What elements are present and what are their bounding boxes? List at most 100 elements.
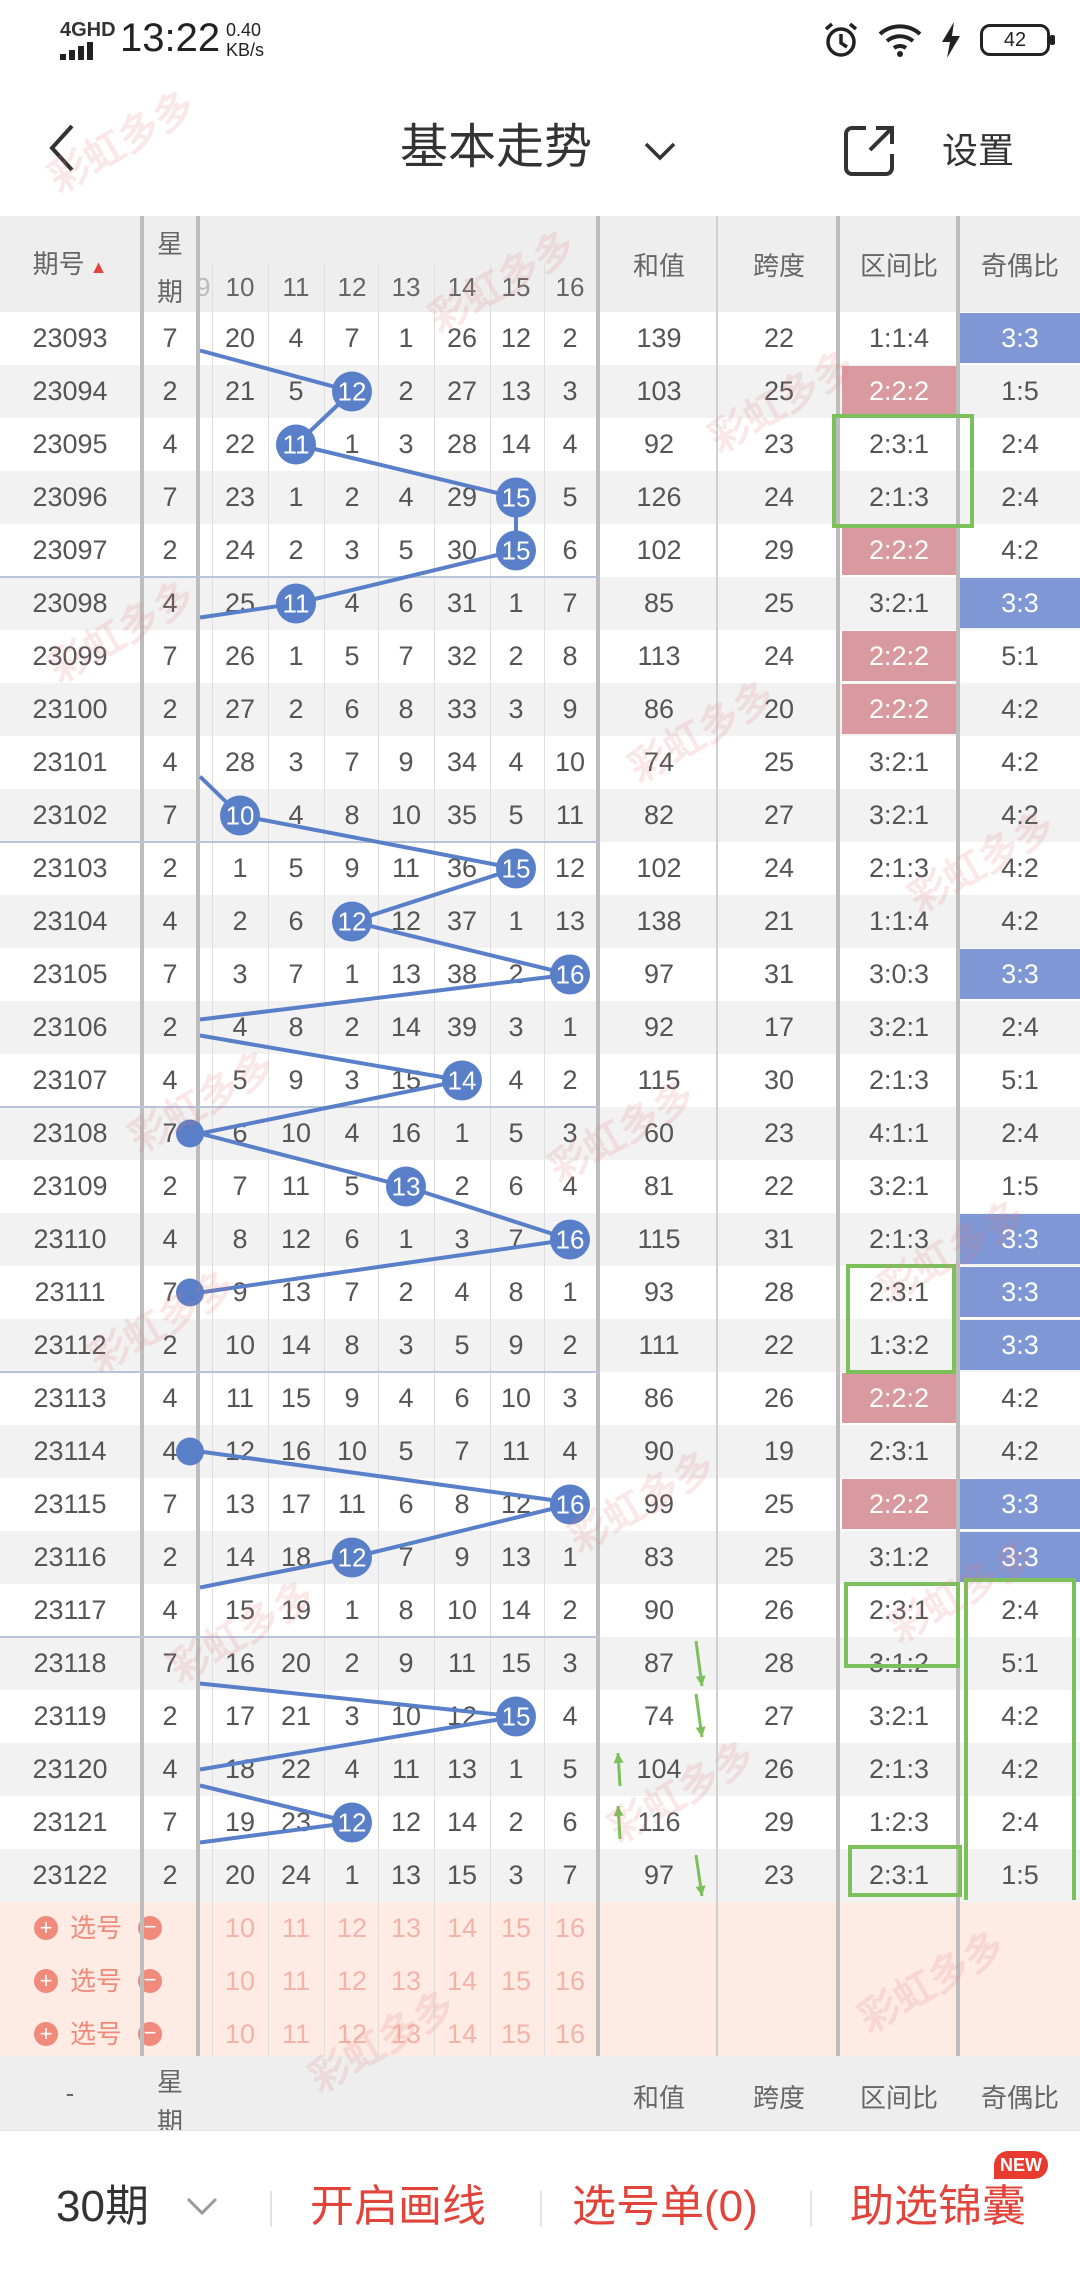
table-row[interactable]: 23115 7 13 17 11 6 8 12 16 99 25 2:2:23:3 (0, 1478, 1080, 1531)
table-row[interactable]: 23111 7 9 13 7 2 4 8 1 93 28 2:3:1 3:3 (0, 1266, 1080, 1319)
table-row[interactable]: 23121 7 19 23 12 12 14 2 6 116 29 1:2:3 2:4 (0, 1796, 1080, 1849)
table-row[interactable]: 23112 2 10 14 8 3 5 9 2 111 22 1:3:2 3:3 (0, 1319, 1080, 1372)
table-row[interactable]: 23103215911361512102242:1:34:2 (0, 842, 1080, 895)
table-row[interactable]: 23118 7 16 20 2 9 11 15 3 87 28 3:1:2 5:1 (0, 1637, 1080, 1690)
number-cell: 20 (280, 1648, 312, 1678)
header-issue[interactable]: 期号 ▲ (0, 244, 140, 281)
select-number[interactable]: 15 (489, 2008, 543, 2061)
select-number[interactable]: 14 (435, 1955, 489, 2008)
odd-even-cell: 1:5 (1001, 376, 1039, 406)
select-number[interactable]: 11 (269, 1902, 323, 1955)
number-cell: 3 (562, 1383, 578, 1413)
header-sum: 和值 (632, 251, 685, 281)
plus-icon[interactable]: + (34, 1969, 58, 1993)
issue-cell: 23103 (32, 853, 108, 883)
select-number[interactable]: 16 (543, 1902, 597, 1955)
table-row[interactable]: 23113 4 11 15 9 4 6 10 3 86 26 2:2:2 4:2 (0, 1372, 1080, 1425)
span-cell: 30 (763, 1065, 795, 1095)
span-cell: 24 (763, 482, 795, 512)
plus-icon[interactable]: + (34, 1916, 58, 1940)
wifi-icon (878, 24, 922, 57)
table-row[interactable]: 23107 4 5 9 3 15 14 4 2 115 30 2:1:3 5:1 (0, 1054, 1080, 1107)
zone-ratio-cell: 2:3:1 (868, 429, 930, 459)
number-cell: 3 (398, 429, 414, 459)
select-number[interactable]: 15 (489, 1902, 543, 1955)
select-number[interactable]: 10 (213, 1902, 267, 1955)
table-row[interactable]: 23099 7 26 1 5 7 32 2 8 113 24 2:2:2 5:1 (0, 630, 1080, 683)
span-cell: 31 (763, 1224, 795, 1254)
sum-cell: 115 (637, 1224, 681, 1254)
table-row[interactable]: 23119 2 17 21 3 10 12 15 4 74 27 3:2:1 4:2 (0, 1690, 1080, 1743)
share-icon[interactable] (840, 120, 900, 180)
sum-cell: 138 (636, 906, 682, 936)
number-cell: 9 (454, 1542, 470, 1572)
issue-cell: 23096 (32, 482, 108, 512)
table-row[interactable]: 23120 4 18 22 4 11 13 1 5 104 26 2:1:3 4:2 (0, 1743, 1080, 1796)
select-number[interactable]: 14 (435, 1902, 489, 1955)
page-title[interactable]: 基本走势 (400, 116, 592, 180)
table-row[interactable]: 23094 2 21 5 12 2 27 13 3 103 25 2:2:2 1:5 (0, 365, 1080, 418)
table-row[interactable]: 23116 2 14 18 12 7 9 13 1 83 25 3:1:2 3:3 (0, 1531, 1080, 1584)
number-cell: 7 (508, 1224, 524, 1254)
number-cell: 14 (224, 1542, 256, 1572)
table-row[interactable]: 23102 7 10 4 8 10 35 5 11 82 27 3:2:1 4:2 (0, 789, 1080, 842)
table-row[interactable]: 23097 2 24 2 3 5 30 15 6 102 29 2:2:2 4:2 (0, 524, 1080, 577)
number-cell: 13 (390, 959, 422, 989)
select-number[interactable]: 12 (325, 2008, 379, 2061)
helper-button[interactable]: 助选锦囊 (850, 2177, 1026, 2237)
table-row[interactable]: 23104 4 2 6 12 12 37 1 13 138 21 1:1:4 4:2 (0, 895, 1080, 948)
chevron-down-icon[interactable] (640, 130, 680, 170)
select-number[interactable]: 11 (269, 1955, 323, 2008)
table-row[interactable]: 2309542211132814492232:3:12:4 (0, 418, 1080, 471)
select-number[interactable]: 13 (379, 1955, 433, 2008)
span-cell: 22 (763, 1330, 795, 1360)
table-row[interactable]: 23122 2 20 24 1 13 15 3 7 97 23 2:3:1 1:5 (0, 1849, 1080, 1902)
number-cell: 2 (508, 641, 524, 671)
draw-lines-button[interactable]: 开启画线 (310, 2177, 486, 2237)
table-row[interactable]: 2309672312429155126242:1:32:4 (0, 471, 1080, 524)
zone-ratio-cell: 1:2:3 (868, 1807, 930, 1837)
select-number[interactable]: 14 (435, 2008, 489, 2061)
select-number[interactable]: 13 (379, 2008, 433, 2061)
select-number[interactable]: 10 (213, 2008, 267, 2061)
table-row[interactable]: 23100 2 27 2 6 8 33 3 9 86 20 2:2:2 4:2 (0, 683, 1080, 736)
table-row[interactable]: 23093 7 20 4 7 1 26 12 2 139 22 1:1:4 3:3 (0, 312, 1080, 365)
odd-even-cell: 5:1 (1001, 1065, 1039, 1095)
settings-button[interactable]: 设置 (942, 124, 1014, 178)
select-number[interactable]: 12 (325, 1902, 379, 1955)
plus-icon[interactable]: + (34, 2022, 58, 2046)
table-row[interactable]: 23106 2 4 8 2 14 39 3 1 92 17 3:2:1 2:4 (0, 1001, 1080, 1054)
select-number[interactable]: 16 (543, 1955, 597, 2008)
number-cell: 8 (232, 1224, 248, 1254)
table-row[interactable]: 23114 4 12 16 10 5 7 11 4 90 19 2:3:1 4:2 (0, 1425, 1080, 1478)
chevron-down-icon[interactable] (182, 2191, 222, 2221)
table-row[interactable]: 23101 4 28 3 7 9 34 4 10 74 25 3:2:1 4:2 (0, 736, 1080, 789)
span-cell: 17 (763, 1012, 795, 1042)
select-number[interactable]: 11 (269, 2008, 323, 2061)
select-number[interactable]: 16 (543, 2008, 597, 2061)
select-number[interactable]: 12 (325, 1955, 379, 2008)
header-zone-ratio: 区间比 (859, 251, 938, 281)
select-number[interactable]: 13 (379, 1902, 433, 1955)
table-row[interactable]: 23109 2 7 11 5 13 2 6 4 81 22 3:2:1 1:5 (0, 1160, 1080, 1213)
week-cell: 4 (162, 1595, 178, 1625)
number-cell: 4 (398, 1383, 414, 1413)
issue-cell: 23110 (33, 1224, 107, 1254)
number-cell: 26 (446, 323, 478, 353)
table-row[interactable]: 23098 4 25 11 4 6 31 1 7 85 25 3:2:1 3:3 (0, 577, 1080, 630)
select-number[interactable]: 15 (489, 1955, 543, 2008)
selection-list-button[interactable]: 选号单(0) (572, 2177, 758, 2237)
odd-even-cell: 4:2 (1001, 535, 1039, 565)
period-selector[interactable]: 30期 (56, 2177, 149, 2237)
table-row[interactable]: 23117 4 15 19 1 8 10 14 2 90 26 2:3:1 2:4 (0, 1584, 1080, 1637)
issue-cell: 23098 (32, 588, 108, 618)
odd-even-cell: 4:2 (1001, 800, 1039, 830)
week-cell: 7 (162, 323, 178, 353)
select-number[interactable]: 10 (213, 1955, 267, 2008)
sum-cell: 93 (643, 1277, 675, 1307)
table-row[interactable]: 23105 7 3 7 1 13 38 2 16 97 31 3:0:3 3:3 (0, 948, 1080, 1001)
back-icon[interactable] (40, 118, 90, 178)
table-row[interactable]: 23108 7 6 10 4 16 1 5 3 60 23 4:1:1 2:4 (0, 1107, 1080, 1160)
odd-even-cell: 4:2 (1001, 1701, 1039, 1731)
table-row[interactable]: 23110 4 8 12 6 1 3 7 16 115 31 2:1:3 3:3 (0, 1213, 1080, 1266)
